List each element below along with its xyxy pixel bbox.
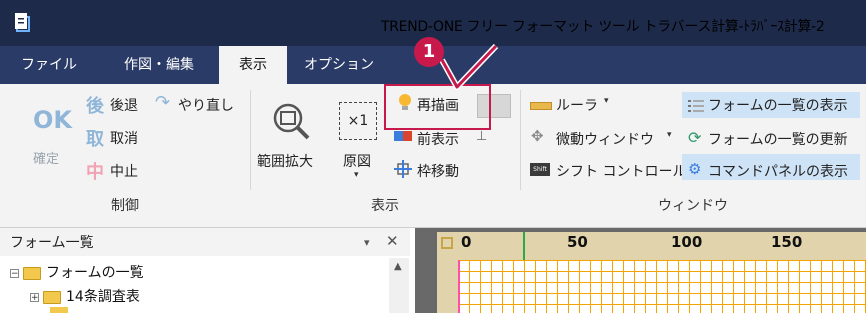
tab-options[interactable]: オプション xyxy=(297,46,381,84)
confirm-label: 確定 xyxy=(33,152,60,167)
list-icon xyxy=(688,98,704,117)
gear-icon: ⚙ xyxy=(688,160,702,178)
design-grid[interactable] xyxy=(458,260,866,313)
micro-window-button[interactable]: 微動ウィンドウ xyxy=(556,129,654,149)
scroll-up-icon[interactable]: ▲ xyxy=(394,261,402,272)
frame-move-button[interactable]: 枠移動 xyxy=(417,161,459,181)
stop-button[interactable]: 中止 xyxy=(110,161,138,181)
vertical-ruler xyxy=(437,260,458,313)
original-button[interactable]: 原図 xyxy=(343,151,371,171)
horizontal-ruler xyxy=(458,232,866,260)
chevron-down-icon[interactable]: ▾ xyxy=(604,96,609,106)
group-divider xyxy=(520,90,521,190)
redo-icon: ↷ xyxy=(155,92,171,113)
expand-icon[interactable]: + xyxy=(30,292,39,302)
shift-control-button[interactable]: シフト コントロール xyxy=(556,161,686,181)
chevron-down-icon[interactable]: ▾ xyxy=(667,130,672,140)
tree-item-14jo[interactable]: +14条調査表 xyxy=(30,286,140,306)
shift-icon: Shift xyxy=(530,163,550,176)
zoom-area-icon xyxy=(270,100,314,148)
form-list-show-button[interactable]: フォームの一覧の表示 xyxy=(708,95,848,115)
folder-icon xyxy=(43,290,61,304)
cancel-button[interactable]: 取消 xyxy=(110,128,138,148)
prev-view-button[interactable]: 前表示 xyxy=(417,129,459,149)
ruler-button[interactable]: ルーラ xyxy=(556,95,598,115)
ruler-tick-label: 0 xyxy=(461,233,472,251)
app-icon[interactable] xyxy=(14,12,32,32)
ruler-tick-label: 100 xyxy=(671,233,703,251)
folder-icon xyxy=(50,307,68,313)
form-panel-title: フォーム一覧 xyxy=(10,235,94,251)
ruler-icon xyxy=(530,102,552,110)
zoom-area-button[interactable]: 範囲拡大 xyxy=(257,151,313,171)
ruler-tick-label: 150 xyxy=(771,233,803,251)
arrow-up-icon: ⊥ xyxy=(476,129,488,144)
ok-button[interactable]: OK xyxy=(33,106,72,134)
chevron-down-icon[interactable]: ▾ xyxy=(354,170,359,180)
command-panel-button[interactable]: コマンドパネルの表示 xyxy=(708,161,848,181)
window-title: TREND-ONE フリー フォーマット ツール トラバース計算-ﾄﾗﾊﾞｰｽ計… xyxy=(381,19,825,35)
tab-edit[interactable]: 作図・編集 xyxy=(104,46,214,84)
close-icon[interactable]: ✕ xyxy=(386,232,399,250)
group-divider xyxy=(250,90,251,190)
stop-icon: 中 xyxy=(86,162,104,183)
move-icon: ✥ xyxy=(531,127,544,145)
frame-move-icon xyxy=(394,160,412,182)
ruler-marker xyxy=(523,232,525,260)
form-list-refresh-button[interactable]: フォームの一覧の更新 xyxy=(708,129,848,149)
callout-number-badge: 1 xyxy=(414,37,444,67)
undo-button[interactable]: 後退 xyxy=(110,95,138,115)
tab-view[interactable]: 表示 xyxy=(219,46,287,84)
tree-item-root[interactable]: − フォームの一覧 xyxy=(10,262,144,282)
collapse-icon[interactable]: − xyxy=(10,268,19,278)
back-icon: 後 xyxy=(86,96,104,117)
margin-guide xyxy=(458,260,460,313)
ruler-tick-label: 50 xyxy=(567,233,588,251)
dropdown-icon[interactable]: ▾ xyxy=(364,236,370,249)
prev-view-icon xyxy=(394,128,412,142)
window-group-label: ウィンドウ xyxy=(658,198,728,214)
cancel-icon: 取 xyxy=(86,129,104,150)
original-scale-icon: ×1 xyxy=(339,102,377,140)
view-group-label: 表示 xyxy=(371,198,399,214)
tab-file[interactable]: ファイル xyxy=(14,46,84,84)
redo-button[interactable]: やり直し xyxy=(178,95,234,115)
ruler-corner-icon xyxy=(441,237,453,249)
refresh-icon: ⟳ xyxy=(688,128,702,147)
control-group-label: 制御 xyxy=(111,198,139,214)
folder-icon xyxy=(23,266,41,280)
